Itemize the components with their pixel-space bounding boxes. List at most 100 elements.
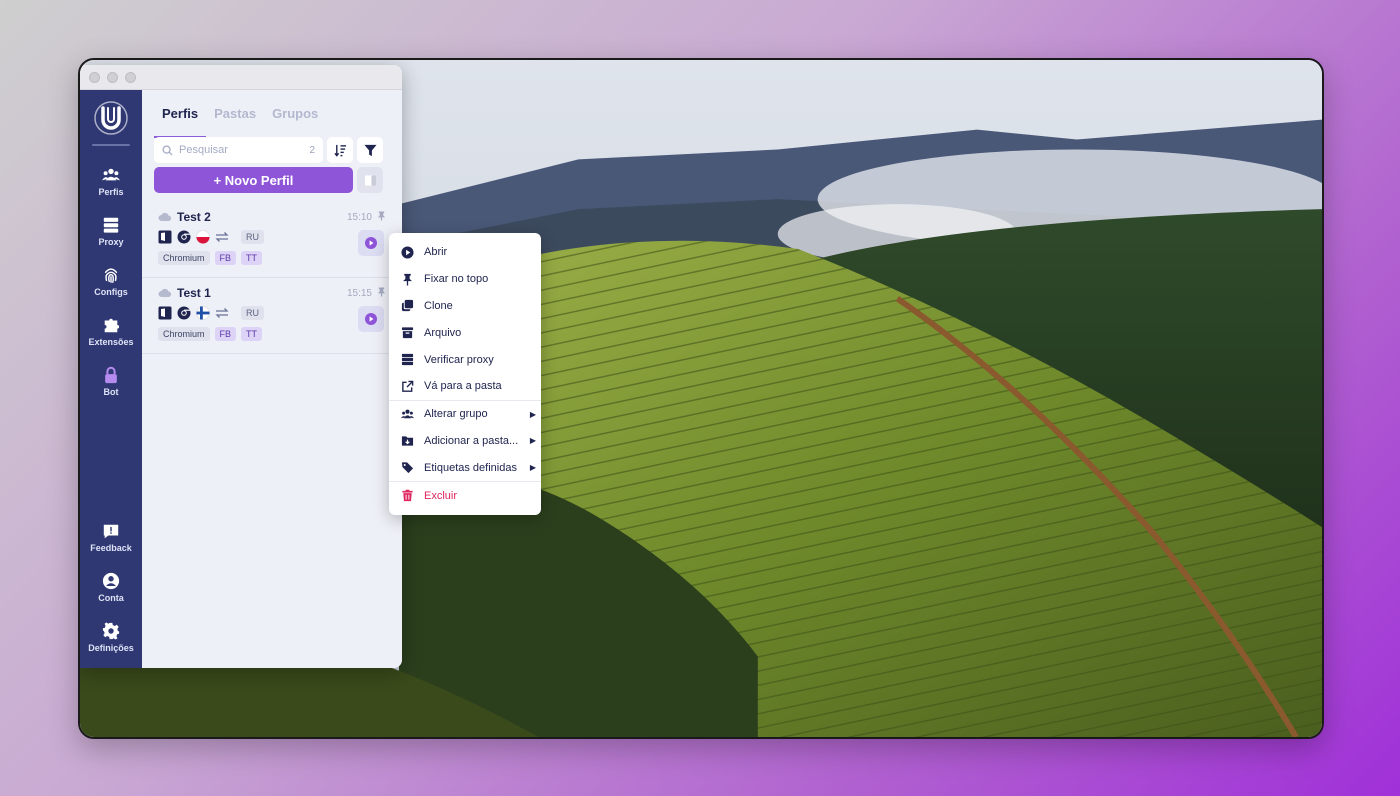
folder-download-icon [401, 436, 414, 447]
app-logo-icon [94, 101, 128, 135]
menu-item-label: Excluir [424, 489, 458, 502]
tab-perfis[interactable]: Perfis [153, 106, 207, 138]
menu-item-verificar-proxy[interactable]: Verificar proxy [389, 346, 541, 373]
sidebar-item-configs[interactable]: Configs [80, 256, 142, 306]
search-box: 2 [154, 137, 323, 163]
chrome-icon [177, 230, 191, 244]
sidebar-item-extensoes[interactable]: Extensões [80, 306, 142, 356]
tab-bar: Perfis Pastas Grupos [142, 90, 402, 138]
result-count: 2 [309, 144, 315, 156]
feedback-icon [103, 524, 119, 538]
menu-item-va-para-a-pasta[interactable]: Vá para a pasta [389, 373, 541, 400]
sidebar-divider [92, 144, 130, 146]
menu-item-label: Abrir [424, 246, 448, 259]
cloud-icon [158, 288, 172, 297]
fingerprint-icon [104, 267, 118, 283]
sidebar-item-label: Feedback [90, 542, 132, 553]
profile-row[interactable]: Test 1 15:15 RU Chromium FB TT [142, 278, 402, 354]
menu-item-label: Arquivo [424, 326, 462, 339]
poland-flag-icon [196, 230, 210, 244]
sidebar-item-label: Proxy [98, 236, 124, 247]
gear-icon [102, 621, 120, 640]
submenu-arrow-icon: ▶ [529, 463, 536, 473]
menu-item-adicionar-a-pasta[interactable]: Adicionar a pasta... ▶ [389, 428, 541, 455]
desktop-screen: Perfis Proxy Configs Extensões Bot Feedb… [78, 58, 1324, 739]
tab-grupos[interactable]: Grupos [272, 106, 318, 130]
main-panel: Perfis Pastas Grupos 2 + No [142, 90, 402, 668]
panel-icon [364, 174, 376, 186]
submenu-arrow-icon: ▶ [529, 436, 536, 446]
menu-item-clone[interactable]: Clone [389, 293, 541, 320]
submenu-arrow-icon: ▶ [529, 409, 536, 419]
menu-item-label: Adicionar a pasta... [424, 434, 519, 447]
sidebar-item-label: Conta [98, 592, 124, 603]
country-tag: RU [241, 306, 264, 320]
context-menu: Abrir Fixar no topo Clone Arquivo Verifi… [389, 233, 541, 515]
sidebar-item-conta[interactable]: Conta [80, 562, 142, 612]
tag-icon [401, 462, 414, 474]
titlebar [80, 65, 402, 90]
sort-icon [333, 144, 346, 157]
chrome-icon [177, 306, 191, 320]
menu-item-arquivo[interactable]: Arquivo [389, 319, 541, 346]
sidebar-item-label: Extensões [88, 336, 134, 347]
profile-row[interactable]: Test 2 15:10 RU Chromium FB TT [142, 202, 402, 278]
menu-item-fixar-no-topo[interactable]: Fixar no topo [389, 266, 541, 293]
play-circle-icon [365, 237, 377, 249]
sidebar-item-perfis[interactable]: Perfis [80, 156, 142, 206]
sidebar-item-bot[interactable]: Bot [80, 356, 142, 406]
menu-item-label: Etiquetas definidas [424, 461, 517, 474]
menu-item-excluir[interactable]: Excluir [389, 482, 541, 509]
play-circle-icon [401, 246, 414, 259]
sidebar-item-label: Configs [94, 286, 128, 297]
menu-item-etiquetas-definidas[interactable]: Etiquetas definidas ▶ [389, 454, 541, 481]
close-window-button[interactable] [89, 71, 100, 83]
server-icon [401, 354, 414, 366]
menu-item-alterar-grupo[interactable]: Alterar grupo ▶ [389, 401, 541, 428]
menu-item-label: Vá para a pasta [424, 380, 502, 393]
tab-pastas[interactable]: Pastas [214, 106, 256, 130]
menu-item-label: Alterar grupo [424, 408, 488, 421]
profile-list: Test 2 15:10 RU Chromium FB TT Test 1 15… [142, 202, 402, 354]
sort-button[interactable] [327, 137, 353, 163]
search-input[interactable] [179, 144, 304, 156]
proxy-swap-icon [215, 308, 229, 318]
users-icon [102, 168, 120, 180]
search-row: 2 [154, 137, 383, 163]
sidebar-item-feedback[interactable]: Feedback [80, 512, 142, 562]
start-profile-button[interactable] [358, 230, 384, 256]
puzzle-icon [104, 318, 120, 332]
pin-icon[interactable] [377, 211, 386, 221]
external-link-icon [402, 380, 414, 392]
sidebar-item-proxy[interactable]: Proxy [80, 206, 142, 256]
profile-name: Test 2 [177, 210, 211, 224]
app-window: Perfis Proxy Configs Extensões Bot Feedb… [80, 65, 402, 668]
proxy-swap-icon [215, 232, 229, 242]
profile-name: Test 1 [177, 286, 211, 300]
profile-tag: FB [214, 327, 237, 341]
filter-button[interactable] [357, 137, 383, 163]
sidebar-bottom: Feedback Conta Definições [80, 512, 142, 662]
sidebar-item-definicoes[interactable]: Definições [80, 612, 142, 662]
finland-flag-icon [196, 306, 210, 320]
windows-os-icon [158, 230, 172, 244]
lock-icon [105, 366, 117, 383]
profile-tag: FB [214, 251, 237, 265]
minimize-window-button[interactable] [107, 71, 118, 83]
browser-tag: Chromium [158, 251, 210, 265]
menu-item-label: Clone [424, 299, 453, 312]
menu-item-label: Verificar proxy [424, 353, 494, 366]
new-profile-button[interactable]: + Novo Perfil [154, 167, 353, 193]
start-profile-button[interactable] [358, 306, 384, 332]
pin-icon [403, 273, 412, 286]
sidebar: Perfis Proxy Configs Extensões Bot Feedb… [80, 90, 142, 668]
menu-item-abrir[interactable]: Abrir [389, 239, 541, 266]
panel-toggle-button[interactable] [357, 167, 383, 193]
account-icon [102, 572, 120, 589]
new-profile-row: + Novo Perfil [154, 167, 383, 193]
pin-icon[interactable] [377, 287, 386, 297]
new-profile-label: + Novo Perfil [213, 172, 294, 188]
browser-tag: Chromium [158, 327, 210, 341]
maximize-window-button[interactable] [125, 71, 136, 83]
profile-time: 15:15 [346, 288, 372, 299]
